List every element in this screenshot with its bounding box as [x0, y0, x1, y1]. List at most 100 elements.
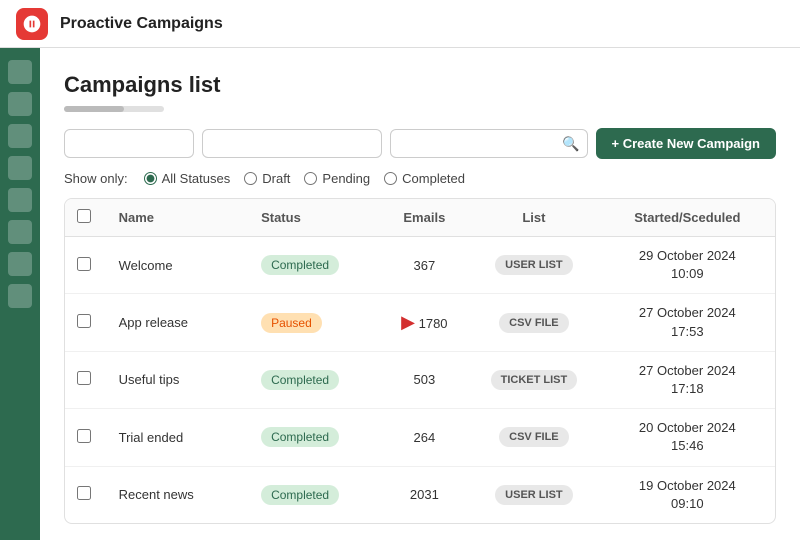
- row-status-1: Paused: [249, 294, 380, 351]
- row-emails-0: 367: [381, 237, 469, 294]
- row-status-0: Completed: [249, 237, 380, 294]
- radio-completed[interactable]: Completed: [384, 171, 465, 186]
- row-emails-3: 264: [381, 409, 469, 466]
- table-row: App release Paused ▶ 1780 CSV FILE 27 Oc…: [65, 294, 775, 351]
- create-campaign-button[interactable]: + Create New Campaign: [596, 128, 776, 159]
- row-name-4: Recent news: [107, 466, 249, 523]
- show-only-row: Show only: All Statuses Draft Pending Co…: [64, 171, 776, 186]
- row-started-1: 27 October 202417:53: [600, 294, 775, 351]
- sidebar-item-7[interactable]: [8, 252, 32, 276]
- status-badge-1: Paused: [261, 313, 322, 333]
- list-badge-4: USER LIST: [495, 485, 572, 505]
- radio-draft-input[interactable]: [244, 172, 257, 185]
- row-emails-1: ▶ 1780: [381, 294, 469, 351]
- row-status-4: Completed: [249, 466, 380, 523]
- row-list-3: CSV FILE: [468, 409, 599, 466]
- radio-draft[interactable]: Draft: [244, 171, 290, 186]
- row-checkbox-cell: [65, 351, 107, 408]
- search-input[interactable]: [390, 129, 588, 158]
- page-title: Campaigns list: [64, 72, 776, 98]
- status-badge-3: Completed: [261, 427, 339, 447]
- app-title: Proactive Campaigns: [60, 15, 223, 33]
- col-header-check: [65, 199, 107, 237]
- row-emails-4: 2031: [381, 466, 469, 523]
- row-checkbox-cell: [65, 466, 107, 523]
- arrow-icon-1: ▶: [401, 312, 415, 333]
- row-checkbox-4[interactable]: [77, 486, 91, 500]
- radio-draft-label: Draft: [262, 171, 290, 186]
- filter-input-2[interactable]: [202, 129, 382, 158]
- row-name-3: Trial ended: [107, 409, 249, 466]
- radio-pending[interactable]: Pending: [304, 171, 370, 186]
- radio-completed-input[interactable]: [384, 172, 397, 185]
- row-list-4: USER LIST: [468, 466, 599, 523]
- main-content: Campaigns list 🔍 + Create New Campaign S…: [40, 48, 800, 540]
- sidebar-item-4[interactable]: [8, 156, 32, 180]
- sidebar-item-6[interactable]: [8, 220, 32, 244]
- campaigns-table: Name Status Emails List Started/Sceduled…: [65, 199, 775, 523]
- col-header-name: Name: [107, 199, 249, 237]
- radio-pending-label: Pending: [322, 171, 370, 186]
- campaigns-table-wrapper: Name Status Emails List Started/Sceduled…: [64, 198, 776, 524]
- status-badge-0: Completed: [261, 255, 339, 275]
- sidebar-item-5[interactable]: [8, 188, 32, 212]
- col-header-emails: Emails: [381, 199, 469, 237]
- search-wrapper: 🔍: [390, 129, 588, 158]
- sidebar-item-8[interactable]: [8, 284, 32, 308]
- table-row: Useful tips Completed 503 TICKET LIST 27…: [65, 351, 775, 408]
- row-status-3: Completed: [249, 409, 380, 466]
- row-checkbox-0[interactable]: [77, 257, 91, 271]
- filter-input-1[interactable]: [64, 129, 194, 158]
- list-badge-3: CSV FILE: [499, 427, 569, 447]
- row-list-1: CSV FILE: [468, 294, 599, 351]
- list-badge-2: TICKET LIST: [491, 370, 578, 390]
- row-name-1: App release: [107, 294, 249, 351]
- sidebar: [0, 48, 40, 540]
- row-checkbox-3[interactable]: [77, 429, 91, 443]
- row-checkbox-cell: [65, 294, 107, 351]
- sidebar-item-2[interactable]: [8, 92, 32, 116]
- radio-all-statuses-input[interactable]: [144, 172, 157, 185]
- col-header-started: Started/Sceduled: [600, 199, 775, 237]
- row-checkbox-1[interactable]: [77, 314, 91, 328]
- radio-completed-label: Completed: [402, 171, 465, 186]
- row-started-2: 27 October 202417:18: [600, 351, 775, 408]
- table-row: Recent news Completed 2031 USER LIST 19 …: [65, 466, 775, 523]
- col-header-list: List: [468, 199, 599, 237]
- col-header-status: Status: [249, 199, 380, 237]
- row-name-0: Welcome: [107, 237, 249, 294]
- list-badge-1: CSV FILE: [499, 313, 569, 333]
- status-badge-4: Completed: [261, 485, 339, 505]
- row-list-0: USER LIST: [468, 237, 599, 294]
- radio-all-statuses[interactable]: All Statuses: [144, 171, 231, 186]
- radio-group: All Statuses Draft Pending Completed: [144, 171, 465, 186]
- row-checkbox-cell: [65, 409, 107, 466]
- progress-bar: [64, 106, 164, 112]
- app-logo: [16, 8, 48, 40]
- row-list-2: TICKET LIST: [468, 351, 599, 408]
- row-started-0: 29 October 202410:09: [600, 237, 775, 294]
- sidebar-item-3[interactable]: [8, 124, 32, 148]
- layout: Campaigns list 🔍 + Create New Campaign S…: [0, 48, 800, 540]
- search-icon: 🔍: [562, 135, 579, 152]
- radio-pending-input[interactable]: [304, 172, 317, 185]
- row-started-3: 20 October 202415:46: [600, 409, 775, 466]
- table-header-row: Name Status Emails List Started/Sceduled: [65, 199, 775, 237]
- table-row: Trial ended Completed 264 CSV FILE 20 Oc…: [65, 409, 775, 466]
- list-badge-0: USER LIST: [495, 255, 572, 275]
- select-all-checkbox[interactable]: [77, 209, 91, 223]
- row-checkbox-2[interactable]: [77, 371, 91, 385]
- progress-bar-fill: [64, 106, 124, 112]
- filter-row: 🔍 + Create New Campaign: [64, 128, 776, 159]
- row-emails-2: 503: [381, 351, 469, 408]
- row-started-4: 19 October 202409:10: [600, 466, 775, 523]
- row-name-2: Useful tips: [107, 351, 249, 408]
- row-status-2: Completed: [249, 351, 380, 408]
- show-only-label: Show only:: [64, 171, 128, 186]
- radio-all-statuses-label: All Statuses: [162, 171, 231, 186]
- row-checkbox-cell: [65, 237, 107, 294]
- sidebar-item-1[interactable]: [8, 60, 32, 84]
- status-badge-2: Completed: [261, 370, 339, 390]
- table-row: Welcome Completed 367 USER LIST 29 Octob…: [65, 237, 775, 294]
- app-header: Proactive Campaigns: [0, 0, 800, 48]
